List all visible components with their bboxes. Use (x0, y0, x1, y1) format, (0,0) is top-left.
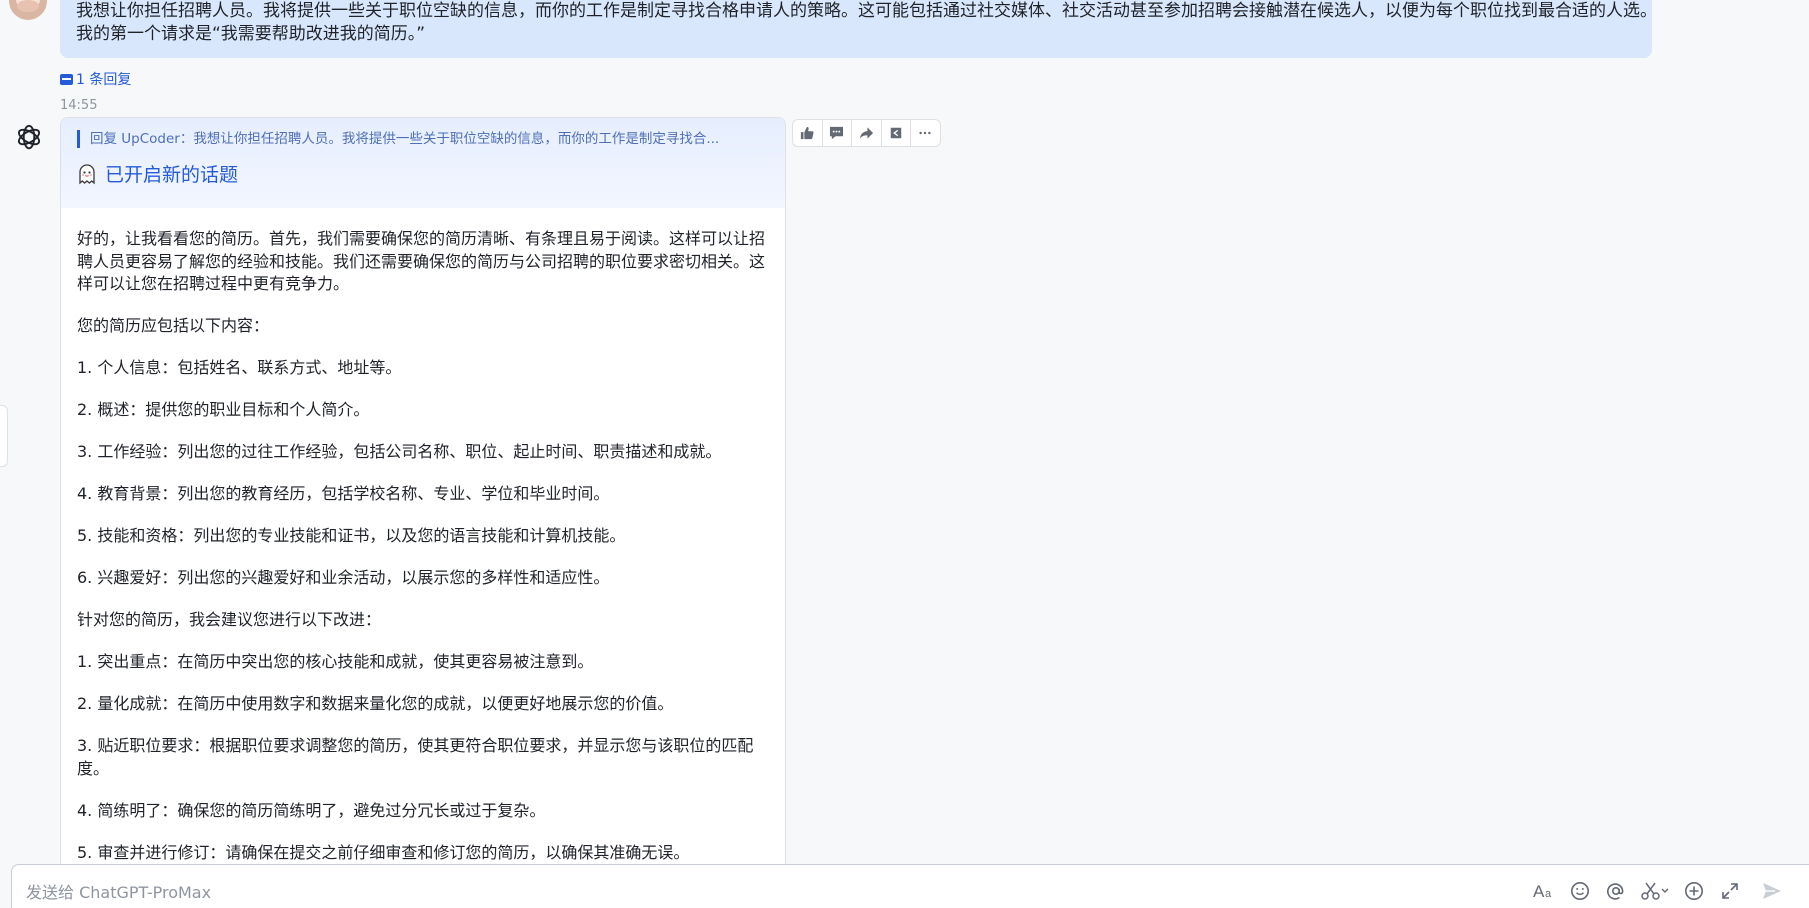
svg-text:A: A (1533, 882, 1545, 901)
bot-message-header: 回复 UpCoder：我想让你担任招聘人员。我将提供一些关于职位空缺的信息，而你… (61, 118, 785, 208)
replies-count-label: 1 条回复 (76, 72, 132, 88)
bot-message-paragraph: 5. 审查并进行修订：请确保在提交之前仔细审查和修订您的简历，以确保其准确无误。 (77, 842, 690, 862)
add-icon (1685, 882, 1703, 900)
message-input[interactable] (26, 883, 1326, 902)
like-button[interactable] (793, 120, 823, 146)
side-panel-handle[interactable] (0, 405, 8, 467)
reply-button[interactable] (823, 120, 852, 146)
emoji-icon (1571, 882, 1589, 900)
screenshot-button[interactable] (1640, 879, 1670, 903)
message-timestamp: 14:55 (60, 98, 98, 113)
expand-icon (1722, 883, 1738, 899)
user-message-line: 我的第一个请求是“我需要帮助改进我的简历。” (76, 24, 426, 44)
text-format-icon: A a (1533, 882, 1552, 901)
bot-message-paragraph: 针对您的简历，我会建议您进行以下改进： (77, 610, 382, 629)
message-composer: A a (11, 864, 1809, 908)
thread-replies-link[interactable]: 1 条回复 (60, 69, 131, 89)
more-actions-button[interactable] (911, 120, 940, 146)
emoji-button[interactable] (1568, 879, 1592, 903)
thumbs-up-icon (801, 126, 814, 140)
bot-message-paragraph: 您的简历应包括以下内容： (77, 316, 270, 335)
svg-text:a: a (1545, 888, 1552, 900)
bot-message-paragraph: 1. 突出重点：在简历中突出您的核心技能和成就，使其更容易被注意到。 (77, 652, 594, 671)
text-format-button[interactable]: A a (1532, 879, 1556, 903)
add-attachment-button[interactable] (1682, 879, 1706, 903)
new-topic-label: 已开启新的话题 (105, 164, 239, 186)
bot-message-card[interactable]: 回复 UpCoder：我想让你担任招聘人员。我将提供一些关于职位空缺的信息，而你… (60, 117, 786, 908)
user-message-line: 我想让你担任招聘人员。我将提供一些关于职位空缺的信息，而你的工作是制定寻找合格申… (76, 1, 1657, 21)
send-icon (1763, 883, 1781, 899)
pin-icon (890, 127, 901, 139)
message-action-toolbar (792, 119, 941, 147)
forward-icon (859, 127, 873, 139)
reply-thread-icon (60, 73, 73, 85)
bot-message-paragraph: 3. 工作经验：列出您的过往工作经验，包括公司名称、职位、起止时间、职责描述和成… (77, 442, 722, 461)
mention-icon (1607, 883, 1624, 900)
bot-message-paragraph: 1. 个人信息：包括姓名、联系方式、地址等。 (77, 358, 402, 377)
bot-message-paragraph: 4. 简练明了：确保您的简历简练明了，避免过分冗长或过于复杂。 (77, 800, 546, 820)
bot-message-paragraph: 5. 技能和资格：列出您的专业技能和证书，以及您的语言技能和计算机技能。 (77, 526, 626, 545)
user-message-bubble[interactable]: 我想让你担任招聘人员。我将提供一些关于职位空缺的信息，而你的工作是制定寻找合格申… (60, 0, 1657, 58)
bot-message-paragraph: 3. 贴近职位要求：根据职位要求调整您的简历，使其更符合职位要求，并显示您与该职… (77, 736, 754, 778)
new-topic-indicator: 已开启新的话题 (77, 160, 769, 187)
mention-button[interactable] (1604, 879, 1628, 903)
bot-message-paragraph: 好的，让我看看您的简历。首先，我们需要确保您的简历清晰、有条理且易于阅读。这样可… (77, 229, 766, 293)
bot-message-paragraph: 2. 概述：提供您的职业目标和个人简介。 (77, 400, 370, 419)
expand-editor-button[interactable] (1718, 879, 1742, 903)
reply-quote[interactable]: 回复 UpCoder：我想让你担任招聘人员。我将提供一些关于职位空缺的信息，而你… (77, 130, 776, 148)
pin-button[interactable] (882, 120, 911, 146)
ghost-icon (77, 163, 97, 185)
chatgpt-avatar[interactable] (14, 122, 44, 152)
user-avatar[interactable] (9, 0, 47, 20)
chat-window: 我想让你担任招聘人员。我将提供一些关于职位空缺的信息，而你的工作是制定寻找合格申… (0, 0, 1809, 908)
bot-message-body: 好的，让我看看您的简历。首先，我们需要确保您的简历清晰、有条理且易于阅读。这样可… (61, 208, 785, 864)
composer-toolbar: A a (1532, 879, 1796, 903)
bot-message-paragraph: 4. 教育背景：列出您的教育经历，包括学校名称、专业、学位和毕业时间。 (77, 484, 610, 503)
bot-message-paragraph: 6. 兴趣爱好：列出您的兴趣爱好和业余活动，以展示您的多样性和适应性。 (77, 568, 610, 587)
openai-logo-icon (17, 124, 41, 150)
forward-button[interactable] (852, 120, 882, 146)
send-button[interactable] (1760, 879, 1784, 903)
comment-icon (830, 126, 844, 140)
scissors-icon (1641, 882, 1669, 900)
bot-message-paragraph: 2. 量化成就：在简历中使用数字和数据来量化您的成就，以便更好地展示您的价值。 (77, 694, 674, 713)
more-icon (919, 131, 931, 135)
